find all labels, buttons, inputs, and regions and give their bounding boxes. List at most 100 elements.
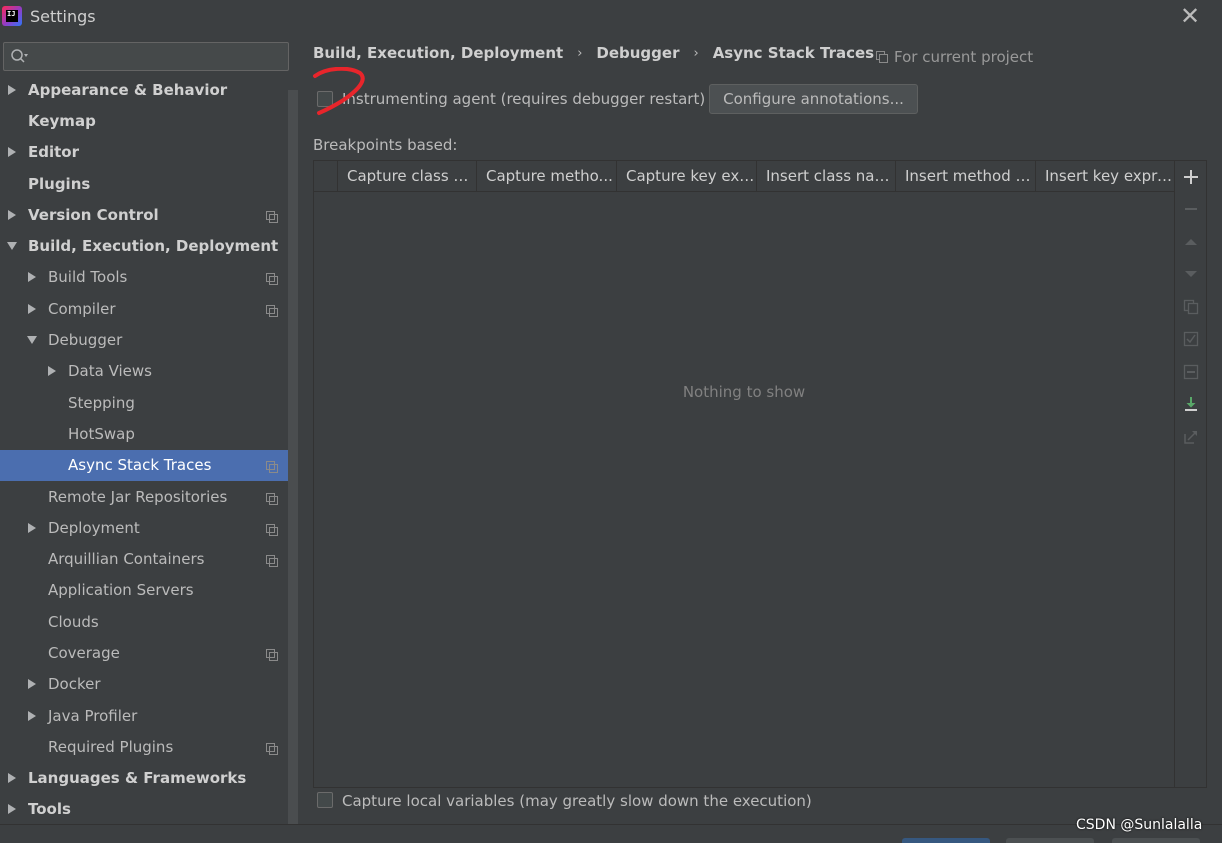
sidebar-item-label: Plugins (28, 174, 91, 193)
project-icon (876, 51, 888, 63)
breadcrumb-item: Async Stack Traces (712, 44, 875, 62)
settings-sidebar: Appearance & Behavior Keymap Editor Plugins… (0, 34, 298, 824)
table-header: Capture class na... Capture metho... Cap… (314, 161, 1174, 192)
import-icon[interactable] (1181, 394, 1201, 414)
for-current-project-label: For current project (894, 48, 1034, 66)
close-icon[interactable]: ✕ (1178, 4, 1202, 28)
sidebar-item[interactable]: Plugins (0, 168, 298, 199)
empty-table-text: Nothing to show (682, 383, 806, 401)
sidebar-item-label: Build Tools (48, 268, 128, 287)
expand-arrow-down-icon[interactable] (6, 240, 18, 252)
expand-arrow-right-icon[interactable] (26, 678, 38, 690)
breadcrumb-item[interactable]: Build, Execution, Deployment (313, 44, 563, 62)
settings-search-box[interactable] (3, 42, 289, 71)
column-header[interactable]: Insert class name (757, 161, 896, 192)
sidebar-item[interactable]: Application Servers (0, 575, 298, 606)
capture-local-variables-checkbox[interactable] (317, 792, 333, 808)
sidebar-item[interactable]: Keymap (0, 105, 298, 136)
project-level-icon (266, 209, 278, 223)
sidebar-item[interactable]: Java Profiler (0, 700, 298, 731)
expand-arrow-right-icon[interactable] (26, 522, 38, 534)
sidebar-item-label: Data Views (68, 362, 152, 381)
sidebar-scrollbar[interactable] (288, 90, 298, 824)
sidebar-item[interactable]: Async Stack Traces (0, 449, 298, 481)
sidebar-item-label: Application Servers (48, 581, 194, 600)
search-icon (11, 49, 28, 63)
project-level-icon (266, 303, 278, 317)
move-up-icon[interactable] (1181, 232, 1201, 252)
add-icon[interactable] (1181, 167, 1201, 187)
window-title: Settings (30, 7, 96, 26)
sidebar-item-label: Compiler (48, 299, 116, 318)
instrumenting-agent-label[interactable]: Instrumenting agent (requires debugger r… (342, 90, 705, 108)
sidebar-item[interactable]: Data Views (0, 356, 298, 387)
project-level-icon (266, 271, 278, 286)
apply-button[interactable] (1112, 838, 1200, 843)
expand-arrow-right-icon[interactable] (26, 271, 38, 283)
column-header[interactable]: Capture class na... (338, 161, 477, 192)
table-body[interactable]: Nothing to show (314, 192, 1174, 787)
column-header[interactable]: Insert method n... (896, 161, 1036, 192)
breakpoints-table: Capture class na... Capture metho... Cap… (313, 160, 1175, 788)
sidebar-item-label: Required Plugins (48, 737, 174, 756)
capture-local-variables-label[interactable]: Capture local variables (may greatly slo… (342, 792, 812, 810)
sidebar-item[interactable]: Deployment (0, 512, 298, 543)
sidebar-item[interactable]: Required Plugins (0, 731, 298, 762)
sidebar-item[interactable]: Appearance & Behavior (0, 74, 298, 105)
intellij-idea-icon: IJ (2, 6, 22, 26)
sidebar-item[interactable]: Languages & Frameworks (0, 763, 298, 794)
remove-icon[interactable] (1181, 199, 1201, 219)
sidebar-item[interactable]: Version Control (0, 199, 298, 230)
breadcrumb: Build, Execution, Deployment › Debugger … (313, 44, 874, 62)
expand-arrow-right-icon[interactable] (26, 710, 38, 722)
expand-arrow-down-icon[interactable] (26, 334, 38, 346)
column-header[interactable]: Capture key exp... (617, 161, 757, 192)
expand-arrow-right-icon[interactable] (6, 84, 18, 96)
table-toolbar (1175, 160, 1207, 788)
sidebar-item[interactable]: HotSwap (0, 418, 298, 449)
sidebar-item[interactable]: Debugger (0, 324, 298, 355)
search-input[interactable] (38, 46, 278, 66)
sidebar-item[interactable]: Coverage (0, 637, 298, 668)
sidebar-item[interactable]: Docker (0, 669, 298, 700)
project-level-icon (266, 459, 278, 474)
ok-button[interactable] (902, 838, 990, 843)
sidebar-item[interactable]: Build Tools (0, 262, 298, 293)
project-level-icon (266, 522, 278, 536)
sidebar-item-label: Version Control (28, 205, 159, 224)
sidebar-item[interactable]: Build, Execution, Deployment (0, 230, 298, 261)
sidebar-item[interactable]: Remote Jar Repositories (0, 481, 298, 512)
sidebar-item[interactable]: Editor (0, 137, 298, 168)
settings-tree: Appearance & Behavior Keymap Editor Plugins… (0, 74, 298, 824)
sidebar-item-label: Editor (28, 143, 79, 162)
disable-all-icon[interactable] (1181, 362, 1201, 382)
project-level-icon (266, 491, 278, 505)
breadcrumb-item[interactable]: Debugger (596, 44, 679, 62)
sidebar-item[interactable]: Arquillian Containers (0, 543, 298, 574)
cancel-button[interactable] (1006, 838, 1094, 843)
sidebar-item-label: Languages & Frameworks (28, 769, 247, 788)
sidebar-item[interactable]: Compiler (0, 293, 298, 324)
enable-all-icon[interactable] (1181, 329, 1201, 349)
configure-annotations-button[interactable]: Configure annotations... (709, 84, 918, 114)
instrumenting-agent-checkbox[interactable] (317, 91, 333, 107)
copy-icon[interactable] (1181, 297, 1201, 317)
expand-arrow-right-icon[interactable] (26, 303, 38, 315)
move-down-icon[interactable] (1181, 264, 1201, 284)
sidebar-item-label: Debugger (48, 331, 123, 350)
expand-arrow-right-icon[interactable] (6, 209, 18, 221)
table-header-checkbox-column (314, 161, 338, 192)
sidebar-item-label: Tools (28, 800, 71, 819)
column-header[interactable]: Capture metho... (477, 161, 617, 192)
column-header[interactable]: Insert key expre... (1036, 161, 1174, 192)
expand-arrow-right-icon[interactable] (6, 146, 18, 158)
sidebar-item[interactable]: Tools (0, 794, 298, 824)
expand-arrow-right-icon[interactable] (6, 803, 18, 815)
expand-arrow-right-icon[interactable] (46, 365, 58, 377)
sidebar-item[interactable]: Stepping (0, 387, 298, 418)
sidebar-item[interactable]: Clouds (0, 606, 298, 637)
expand-arrow-right-icon[interactable] (6, 772, 18, 784)
sidebar-item-label: Keymap (28, 111, 96, 130)
export-icon[interactable] (1181, 427, 1201, 447)
sidebar-item-label: Async Stack Traces (68, 456, 212, 475)
